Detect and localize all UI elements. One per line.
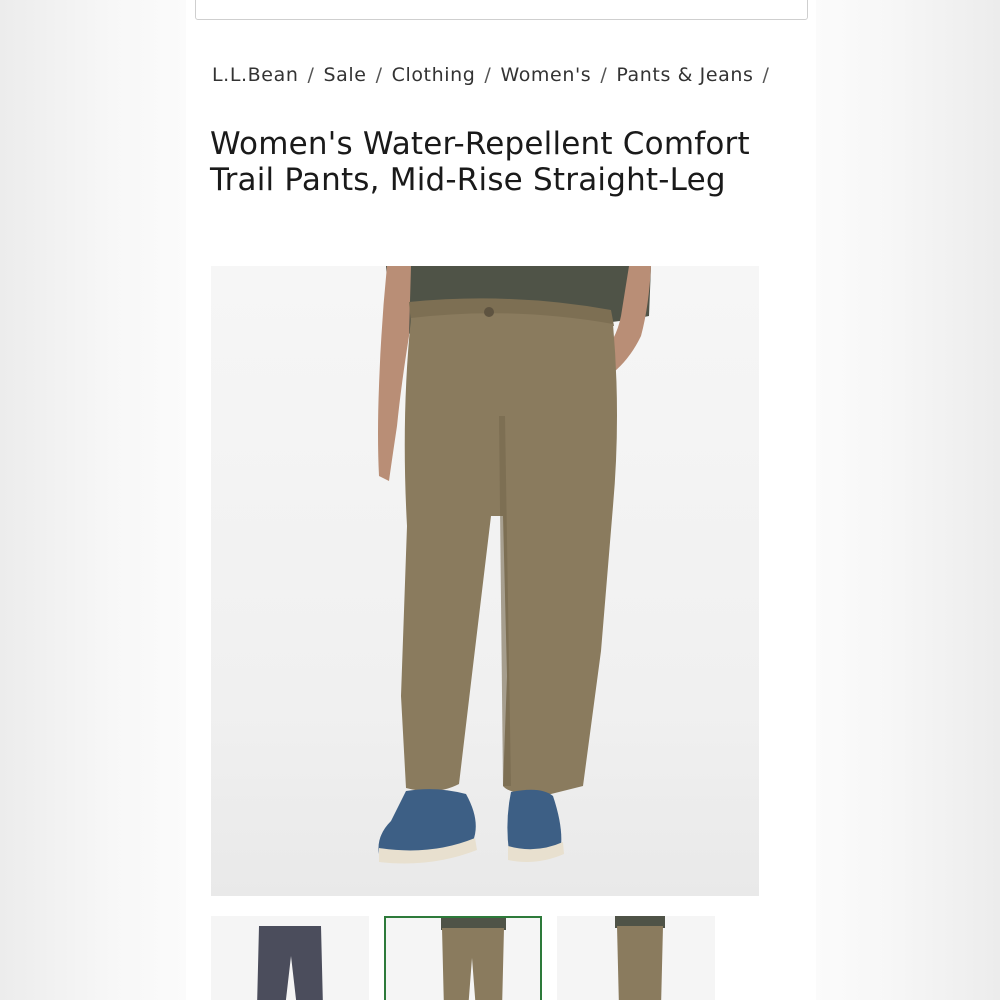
breadcrumb-separator: / (484, 64, 492, 86)
pants-button (484, 307, 494, 317)
pants-model-illustration (378, 266, 651, 864)
product-title: Women's Water-Repellent Comfort Trail Pa… (210, 126, 750, 198)
thumbnail-2[interactable] (384, 916, 542, 1000)
khaki-pants-thumbnail-image (441, 918, 506, 1000)
right-shoe (507, 789, 562, 854)
product-main-image[interactable] (211, 266, 759, 896)
gray-pants-thumbnail-image (257, 926, 323, 1000)
breadcrumb-item-sale[interactable]: Sale (323, 64, 366, 86)
breadcrumb-item-womens[interactable]: Women's (500, 64, 591, 86)
khaki-pants-side-thumbnail-image (615, 916, 665, 1000)
breadcrumb-item-llbean[interactable]: L.L.Bean (212, 64, 298, 86)
search-input[interactable] (195, 0, 808, 20)
right-background-blur (814, 0, 1000, 1000)
breadcrumb-separator: / (762, 64, 770, 86)
breadcrumb-item-clothing[interactable]: Clothing (392, 64, 476, 86)
thumbnail-3[interactable] (557, 916, 715, 1000)
breadcrumb: L.L.Bean / Sale / Clothing / Women's / Pants & J… (212, 64, 779, 86)
breadcrumb-separator: / (307, 64, 315, 86)
thumbnail-1[interactable] (211, 916, 369, 1000)
thumbnail-strip (211, 916, 816, 1000)
breadcrumb-separator: / (375, 64, 383, 86)
breadcrumb-item-pants-jeans[interactable]: Pants & Jeans (616, 64, 753, 86)
left-background-blur (0, 0, 186, 1000)
product-page: L.L.Bean / Sale / Clothing / Women's / Pants & J… (186, 0, 816, 1000)
breadcrumb-separator: / (600, 64, 608, 86)
